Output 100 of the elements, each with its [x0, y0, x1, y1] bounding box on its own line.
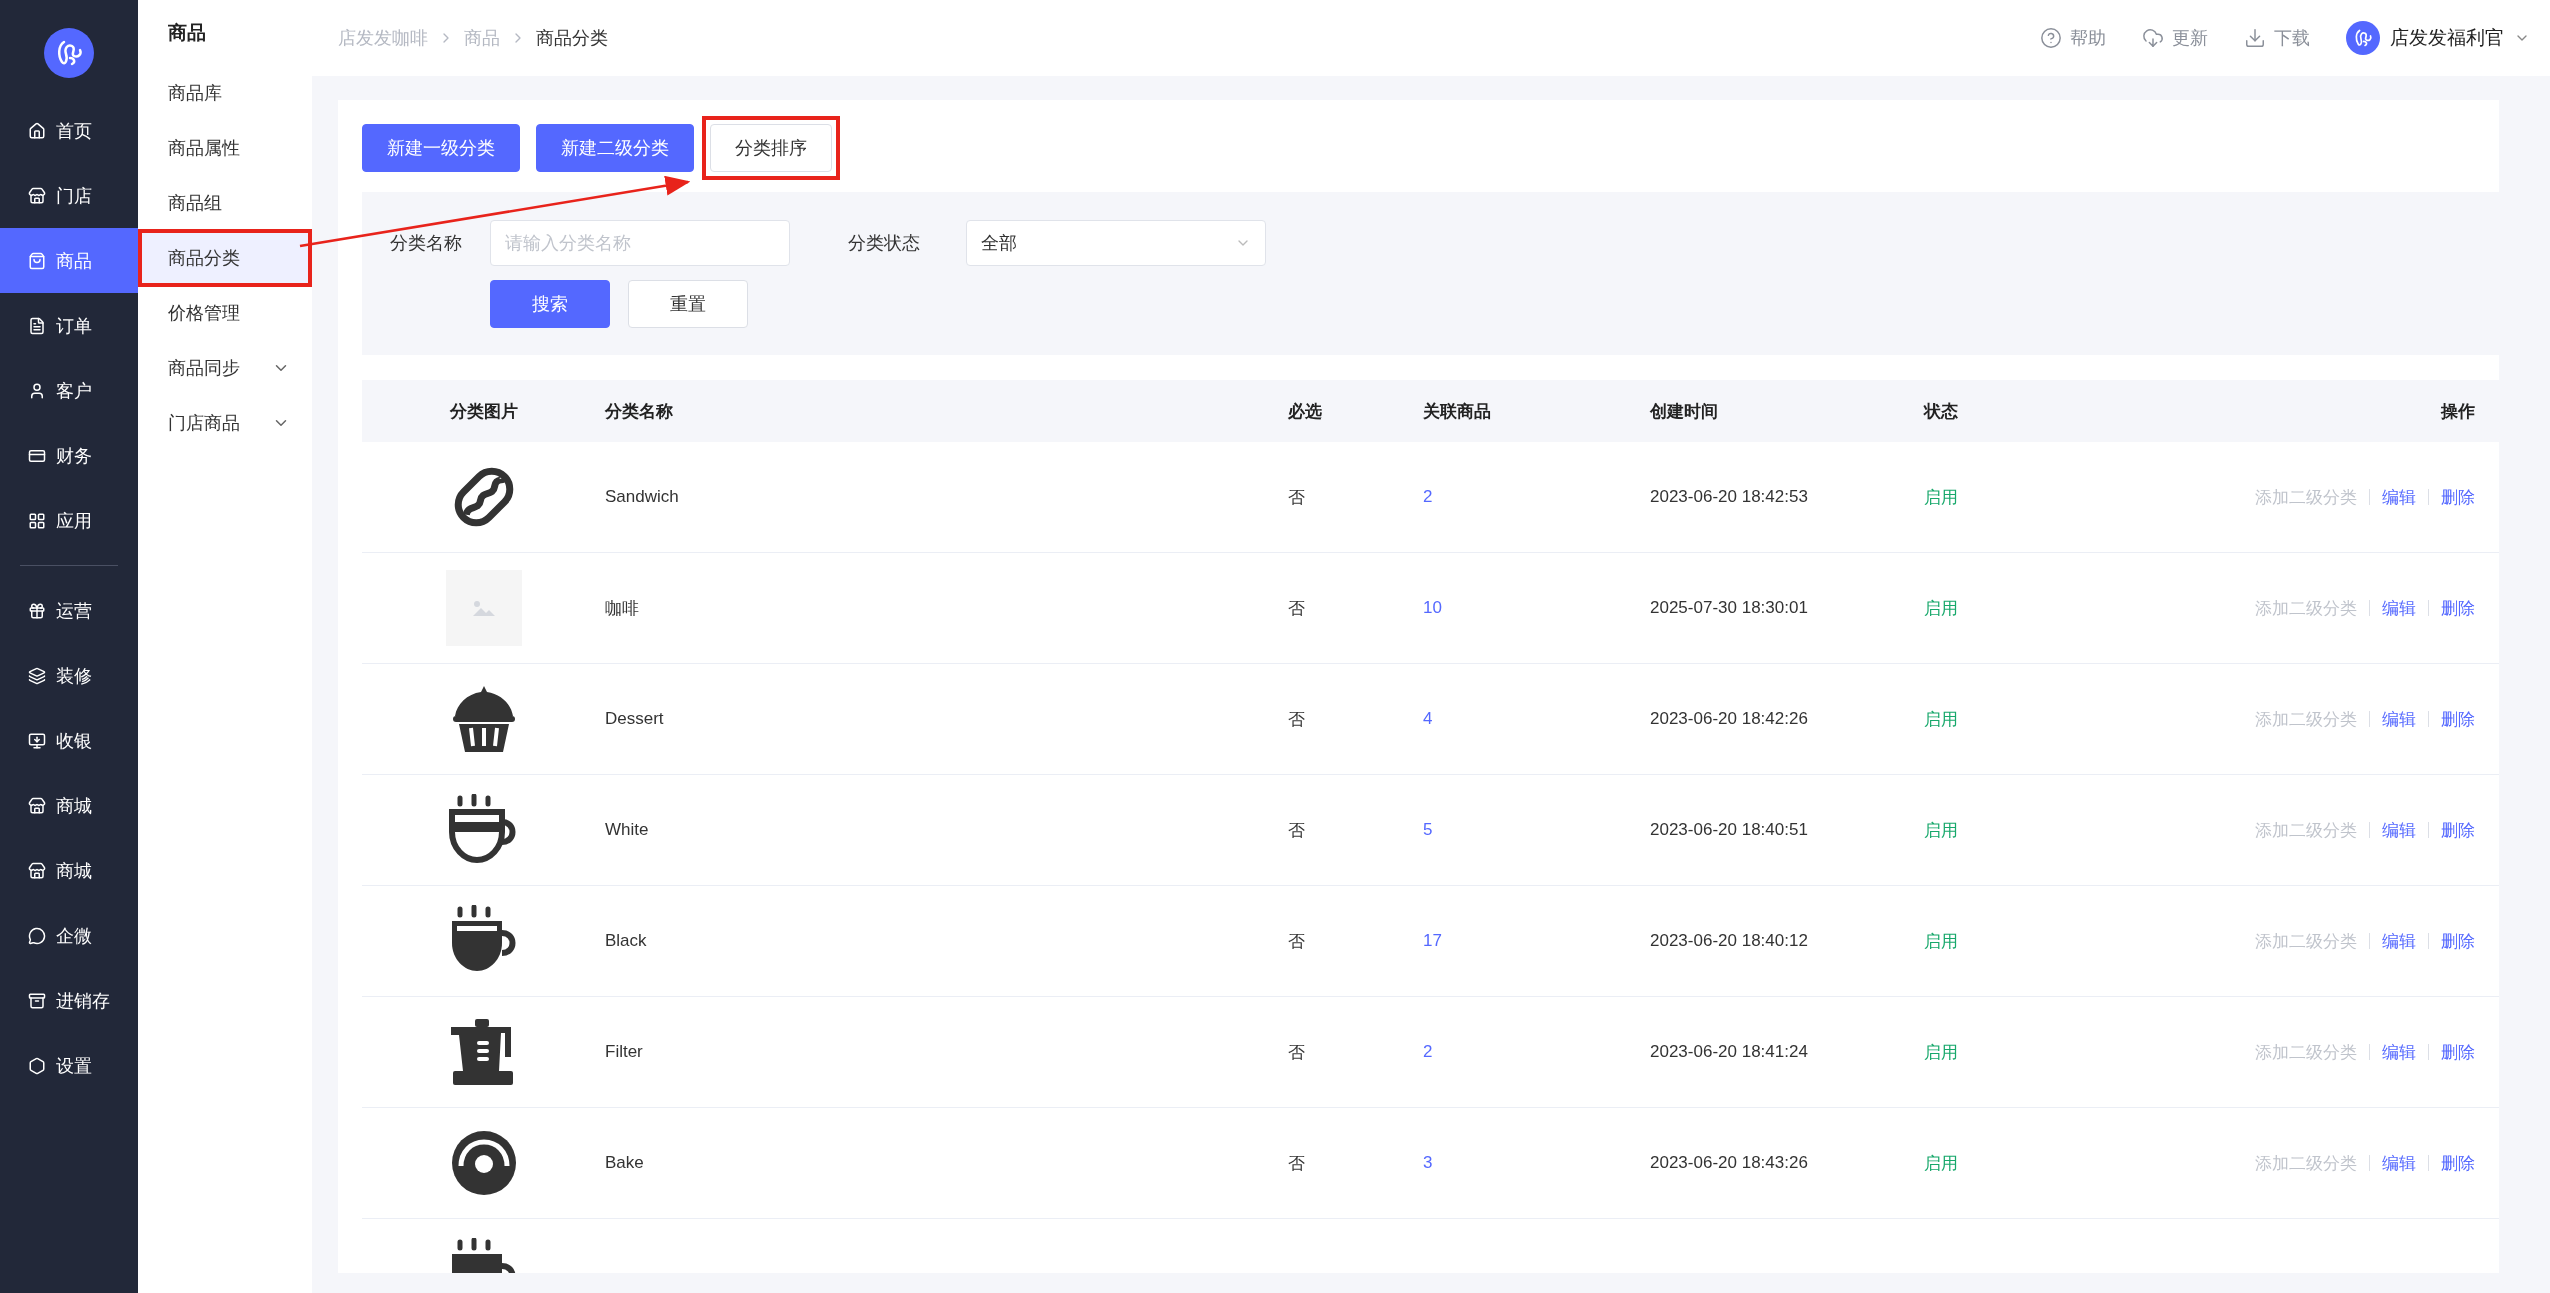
- action-link[interactable]: 删除: [2441, 1151, 2475, 1175]
- status-text: 启用: [1924, 486, 1959, 509]
- settings-icon: [28, 1056, 46, 1075]
- action-link[interactable]: 编辑: [2382, 485, 2416, 509]
- action-link[interactable]: 删除: [2441, 707, 2475, 731]
- column-header: 分类名称: [605, 400, 673, 423]
- submenu-label: 门店商品: [168, 412, 240, 435]
- toolbar-button[interactable]: 新建二级分类: [536, 124, 694, 172]
- table-cell-text: 否: [1288, 1041, 1306, 1064]
- table-cell-text: Filter: [605, 1042, 644, 1062]
- column-header: 创建时间: [1650, 400, 1718, 423]
- action-link[interactable]: 删除: [2441, 485, 2475, 509]
- store-icon: [28, 796, 46, 815]
- nav-label: 应用: [56, 509, 92, 533]
- nav-item[interactable]: 设置: [0, 1033, 138, 1098]
- header-action[interactable]: 帮助: [2040, 26, 2106, 50]
- submenu-item[interactable]: 商品组: [142, 178, 308, 228]
- nav-item[interactable]: 财务: [0, 423, 138, 488]
- nav-item[interactable]: 应用: [0, 488, 138, 553]
- count-link[interactable]: 5: [1423, 820, 1650, 840]
- nav-label: 收银: [56, 729, 92, 753]
- table-cell-text: Black: [605, 931, 648, 951]
- count-link[interactable]: 10: [1423, 598, 1650, 618]
- nav-label: 装修: [56, 664, 92, 688]
- status-text: 启用: [1924, 930, 1959, 953]
- submenu-label: 商品组: [168, 192, 222, 215]
- nav-item[interactable]: 进销存: [0, 968, 138, 1033]
- submenu-item[interactable]: 价格管理: [142, 288, 308, 338]
- chat-icon: [28, 926, 46, 945]
- monitor-icon: [28, 731, 46, 750]
- submenu-item[interactable]: 商品库: [142, 68, 308, 118]
- column-header: 操作: [2441, 400, 2476, 423]
- toolbar-button[interactable]: 新建一级分类: [362, 124, 520, 172]
- count-link[interactable]: 17: [1423, 931, 1650, 951]
- table-cell-text: 否: [1288, 1152, 1306, 1175]
- status-text: 启用: [1924, 1041, 1959, 1064]
- filter-label: 分类名称: [390, 232, 463, 255]
- header-action[interactable]: 下载: [2244, 26, 2310, 50]
- header-action-label: 帮助: [2070, 27, 2106, 50]
- action-link[interactable]: 删除: [2441, 929, 2475, 953]
- column-header: 状态: [1924, 400, 1958, 423]
- table-cell-text: 否: [1288, 819, 1306, 842]
- cupcake-icon: [450, 684, 517, 754]
- status-select[interactable]: 全部: [966, 220, 1266, 266]
- submenu-item[interactable]: 门店商品: [142, 398, 308, 448]
- nav-label: 运营: [56, 599, 92, 623]
- name-input[interactable]: 请输入分类名称: [490, 220, 790, 266]
- count-link[interactable]: 2: [1423, 487, 1650, 507]
- status-text: 启用: [1924, 1152, 1959, 1175]
- nav-item[interactable]: 商品: [0, 228, 138, 293]
- nav-label: 门店: [56, 184, 92, 208]
- nav-item[interactable]: 商城: [0, 773, 138, 838]
- breadcrumb-item[interactable]: 商品分类: [536, 26, 608, 50]
- table-cell-text: 2023-06-20 18:42:26: [1650, 709, 1809, 729]
- action-link[interactable]: 编辑: [2382, 818, 2416, 842]
- column-header: 分类图片: [449, 400, 518, 423]
- nav-label: 客户: [56, 379, 92, 403]
- count-link[interactable]: 4: [1423, 709, 1650, 729]
- logo: [2346, 21, 2380, 55]
- nav-label: 商品: [56, 249, 92, 273]
- gift-icon: [28, 601, 46, 620]
- nav-item[interactable]: 装修: [0, 643, 138, 708]
- nav-item[interactable]: 门店: [0, 163, 138, 228]
- image-icon: [472, 600, 495, 616]
- action-link[interactable]: 编辑: [2382, 596, 2416, 620]
- search-button[interactable]: 搜索: [490, 280, 610, 328]
- action-link[interactable]: 删除: [2441, 818, 2475, 842]
- table-cell-text: Sandwich: [605, 487, 680, 507]
- nav-item[interactable]: 订单: [0, 293, 138, 358]
- nav-item[interactable]: 收银: [0, 708, 138, 773]
- nav-item[interactable]: 客户: [0, 358, 138, 423]
- user-icon: [28, 381, 46, 400]
- nav-item[interactable]: 运营: [0, 578, 138, 643]
- user-menu[interactable]: 店发发福利官: [2346, 21, 2530, 55]
- submenu-item[interactable]: 商品属性: [142, 123, 308, 173]
- header-action[interactable]: 更新: [2142, 26, 2208, 50]
- nav-item[interactable]: 企微: [0, 903, 138, 968]
- nav-item[interactable]: 商城: [0, 838, 138, 903]
- toolbar-button[interactable]: 分类排序: [710, 124, 832, 172]
- action-link[interactable]: 删除: [2441, 596, 2475, 620]
- status-text: 启用: [1924, 819, 1959, 842]
- action-link[interactable]: 编辑: [2382, 929, 2416, 953]
- submenu-item[interactable]: 商品同步: [142, 343, 308, 393]
- reset-button[interactable]: 重置: [628, 280, 748, 328]
- table-cell-text: 2023-06-20 18:42:53: [1650, 487, 1809, 507]
- count-link[interactable]: 2: [1423, 1042, 1650, 1062]
- action-link[interactable]: 编辑: [2382, 1040, 2416, 1064]
- nav-label: 企微: [56, 924, 92, 948]
- column-header: 关联商品: [1423, 400, 1491, 423]
- column-header: 必选: [1288, 400, 1322, 423]
- count-link[interactable]: 3: [1423, 1153, 1650, 1173]
- action-link[interactable]: 删除: [2441, 1040, 2475, 1064]
- submenu-label: 商品库: [168, 82, 222, 105]
- nav-item[interactable]: 首页: [0, 98, 138, 163]
- action-link[interactable]: 编辑: [2382, 707, 2416, 731]
- shopping-bag-icon: [28, 251, 46, 270]
- nav-label: 进销存: [56, 989, 110, 1013]
- grid-icon: [28, 511, 46, 530]
- table-cell-text: 否: [1288, 708, 1306, 731]
- action-link[interactable]: 编辑: [2382, 1151, 2416, 1175]
